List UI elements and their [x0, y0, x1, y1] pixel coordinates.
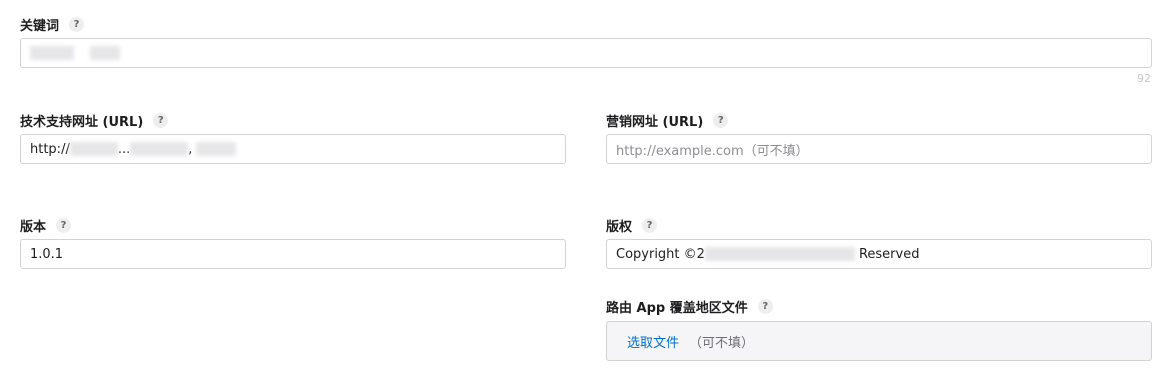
- marketing-url-label: 营销网址 (URL) ?: [606, 111, 729, 130]
- marketing-url-label-text: 营销网址 (URL): [606, 115, 704, 130]
- routing-file-label-text: 路由 App 覆盖地区文件: [606, 301, 748, 316]
- support-url-input[interactable]: http:// ... ,: [20, 134, 566, 164]
- copyright-value-prefix: Copyright ©2: [616, 246, 705, 262]
- redacted-text: [69, 142, 118, 156]
- version-label-text: 版本: [20, 220, 47, 235]
- support-url-value-fragment: ...: [117, 141, 131, 157]
- copyright-value-suffix: Reserved: [858, 246, 920, 262]
- redacted-text: [130, 142, 189, 156]
- keywords-label-text: 关键词: [20, 19, 60, 34]
- app-information-form: 关键词 ? 92 技术支持网址 (URL) ? http:// ... , 营销…: [0, 0, 1176, 377]
- version-label: 版本 ?: [20, 216, 72, 235]
- support-url-value-prefix: http://: [30, 141, 70, 157]
- copyright-input[interactable]: Copyright ©2 Reserved: [606, 239, 1152, 269]
- copyright-label: 版权 ?: [606, 216, 658, 235]
- keywords-input[interactable]: [20, 38, 1152, 68]
- redacted-text: [196, 142, 237, 156]
- keywords-label: 关键词 ?: [20, 15, 85, 34]
- routing-file-help-icon[interactable]: ?: [757, 299, 773, 314]
- version-help-icon[interactable]: ?: [56, 218, 72, 233]
- version-value: 1.0.1: [30, 246, 64, 262]
- routing-file-hint: （可不填）: [689, 335, 755, 351]
- support-url-label-text: 技术支持网址 (URL): [20, 115, 144, 130]
- routing-file-label: 路由 App 覆盖地区文件 ?: [606, 297, 773, 316]
- marketing-url-input[interactable]: http://example.com（可不填）: [606, 134, 1152, 164]
- support-url-help-icon[interactable]: ?: [153, 113, 169, 128]
- redacted-text: [704, 247, 855, 261]
- choose-file-link[interactable]: 选取文件: [627, 332, 679, 351]
- version-input[interactable]: 1.0.1: [20, 239, 566, 269]
- support-url-label: 技术支持网址 (URL) ?: [20, 111, 169, 130]
- support-url-value-suffix: ,: [188, 141, 193, 157]
- copyright-label-text: 版权: [606, 220, 633, 235]
- redacted-text: [30, 46, 74, 60]
- copyright-help-icon[interactable]: ?: [642, 218, 658, 233]
- marketing-url-help-icon[interactable]: ?: [713, 113, 729, 128]
- redacted-text: [90, 46, 120, 60]
- keywords-help-icon[interactable]: ?: [69, 17, 85, 32]
- keywords-char-counter: 92: [1137, 72, 1151, 85]
- marketing-url-placeholder: http://example.com（可不填）: [616, 143, 809, 159]
- routing-file-dropzone[interactable]: 选取文件 （可不填）: [606, 321, 1152, 361]
